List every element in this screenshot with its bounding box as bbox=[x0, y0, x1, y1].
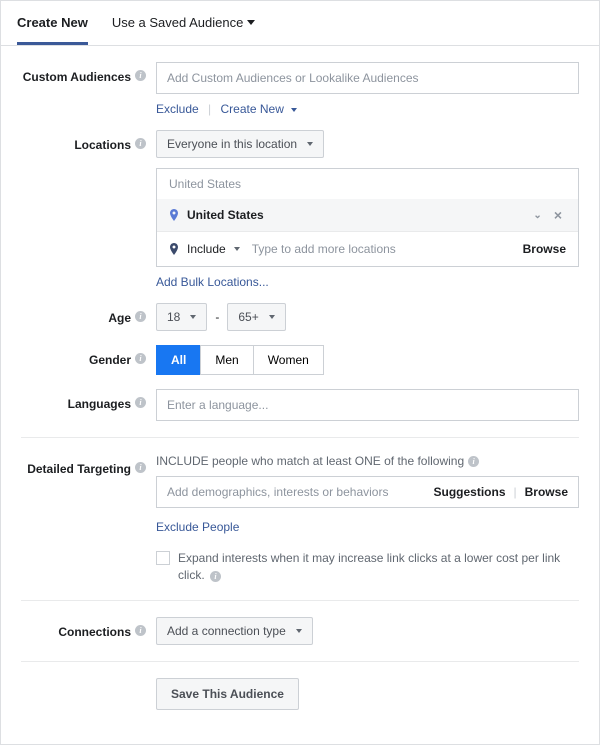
info-icon[interactable]: i bbox=[135, 397, 146, 408]
row-connections: Connections i Add a connection type bbox=[21, 617, 579, 645]
info-icon[interactable]: i bbox=[468, 456, 479, 467]
label-languages: Languages i bbox=[21, 389, 156, 421]
label-age: Age i bbox=[21, 303, 156, 331]
save-audience-button[interactable]: Save This Audience bbox=[156, 678, 299, 710]
detailed-targeting-box: Suggestions | Browse bbox=[156, 476, 579, 508]
row-languages: Languages i bbox=[21, 389, 579, 421]
caret-down-icon bbox=[234, 247, 240, 251]
expand-text: Expand interests when it may increase li… bbox=[178, 551, 560, 582]
location-selected-name: United States bbox=[187, 208, 264, 222]
label-text: Languages bbox=[68, 397, 131, 411]
exclude-people-link[interactable]: Exclude People bbox=[156, 520, 239, 534]
label-text: Detailed Targeting bbox=[27, 462, 131, 476]
row-locations: Locations i Everyone in this location Un… bbox=[21, 130, 579, 289]
gender-all-button[interactable]: All bbox=[156, 345, 201, 375]
browse-locations-link[interactable]: Browse bbox=[523, 242, 566, 256]
label-text: Gender bbox=[89, 353, 131, 367]
label-gender: Gender i bbox=[21, 345, 156, 375]
location-input-row: Include Browse bbox=[157, 231, 578, 266]
divider bbox=[21, 600, 579, 601]
info-icon[interactable]: i bbox=[135, 138, 146, 149]
location-country-header: United States bbox=[157, 169, 578, 199]
info-icon[interactable]: i bbox=[210, 571, 221, 582]
row-detailed-targeting: Detailed Targeting i INCLUDE people who … bbox=[21, 454, 579, 584]
row-save: Save This Audience bbox=[21, 678, 579, 710]
caret-down-icon bbox=[190, 315, 196, 319]
custom-audiences-input[interactable] bbox=[156, 62, 579, 94]
include-header-text: INCLUDE people who match at least ONE of… bbox=[156, 454, 464, 468]
gender-women-button[interactable]: Women bbox=[253, 345, 324, 375]
tab-saved-audience[interactable]: Use a Saved Audience bbox=[112, 1, 256, 45]
pin-icon bbox=[169, 243, 179, 255]
separator: | bbox=[208, 102, 211, 116]
exclude-link[interactable]: Exclude bbox=[156, 102, 199, 116]
label-detailed-targeting: Detailed Targeting i bbox=[21, 454, 156, 584]
gender-group: All Men Women bbox=[156, 345, 579, 375]
scope-text: Everyone in this location bbox=[167, 137, 297, 151]
location-selected-row: United States ⌄ × bbox=[157, 199, 578, 231]
label-connections: Connections i bbox=[21, 617, 156, 645]
divider bbox=[21, 661, 579, 662]
label-text: Locations bbox=[74, 138, 131, 152]
info-icon[interactable]: i bbox=[135, 70, 146, 81]
label-text: Custom Audiences bbox=[23, 70, 131, 84]
include-text: Include bbox=[187, 242, 226, 256]
bulk-locations-link[interactable]: Add Bulk Locations... bbox=[156, 275, 269, 289]
pin-icon bbox=[169, 209, 179, 221]
info-icon[interactable]: i bbox=[135, 625, 146, 636]
detailed-include-header: INCLUDE people who match at least ONE of… bbox=[156, 454, 579, 468]
age-min-select[interactable]: 18 bbox=[156, 303, 207, 331]
caret-down-icon bbox=[296, 629, 302, 633]
label-text: Connections bbox=[58, 625, 131, 639]
row-gender: Gender i All Men Women bbox=[21, 345, 579, 375]
age-max-text: 65+ bbox=[238, 310, 258, 324]
row-age: Age i 18 - 65+ bbox=[21, 303, 579, 331]
create-new-link[interactable]: Create New bbox=[221, 102, 298, 116]
location-scope-select[interactable]: Everyone in this location bbox=[156, 130, 324, 158]
row-custom-audiences: Custom Audiences i Exclude | Create New bbox=[21, 62, 579, 116]
caret-down-icon bbox=[247, 20, 255, 25]
languages-input[interactable] bbox=[156, 389, 579, 421]
close-icon[interactable]: × bbox=[550, 207, 566, 223]
location-search-input[interactable] bbox=[248, 238, 515, 260]
chevron-down-icon[interactable]: ⌄ bbox=[533, 210, 541, 221]
caret-down-icon bbox=[269, 315, 275, 319]
location-include-select[interactable]: Include bbox=[187, 242, 240, 256]
age-dash: - bbox=[215, 310, 219, 324]
expand-interests-row: Expand interests when it may increase li… bbox=[156, 550, 579, 584]
browse-detailed-link[interactable]: Browse bbox=[525, 485, 568, 499]
connections-text: Add a connection type bbox=[167, 624, 286, 638]
label-text: Age bbox=[108, 311, 131, 325]
label-custom-audiences: Custom Audiences i bbox=[21, 62, 156, 116]
suggestions-link[interactable]: Suggestions bbox=[434, 485, 506, 499]
tabs: Create New Use a Saved Audience bbox=[1, 1, 599, 46]
tab-create-new[interactable]: Create New bbox=[17, 1, 88, 45]
age-min-text: 18 bbox=[167, 310, 180, 324]
tab-saved-label: Use a Saved Audience bbox=[112, 15, 244, 30]
info-icon[interactable]: i bbox=[135, 353, 146, 364]
expand-interests-checkbox[interactable] bbox=[156, 551, 170, 565]
info-icon[interactable]: i bbox=[135, 311, 146, 322]
divider bbox=[21, 437, 579, 438]
caret-down-icon bbox=[291, 108, 297, 112]
label-locations: Locations i bbox=[21, 130, 156, 289]
gender-men-button[interactable]: Men bbox=[200, 345, 253, 375]
form-area: Custom Audiences i Exclude | Create New … bbox=[1, 46, 599, 744]
detailed-targeting-input[interactable] bbox=[167, 485, 434, 499]
info-icon[interactable]: i bbox=[135, 462, 146, 473]
age-max-select[interactable]: 65+ bbox=[227, 303, 285, 331]
locations-box: United States United States ⌄ × Include bbox=[156, 168, 579, 267]
connections-select[interactable]: Add a connection type bbox=[156, 617, 313, 645]
caret-down-icon bbox=[307, 142, 313, 146]
audience-panel: Create New Use a Saved Audience Custom A… bbox=[0, 0, 600, 745]
expand-interests-label: Expand interests when it may increase li… bbox=[178, 550, 579, 584]
create-new-text: Create New bbox=[221, 102, 284, 116]
separator: | bbox=[514, 485, 517, 499]
